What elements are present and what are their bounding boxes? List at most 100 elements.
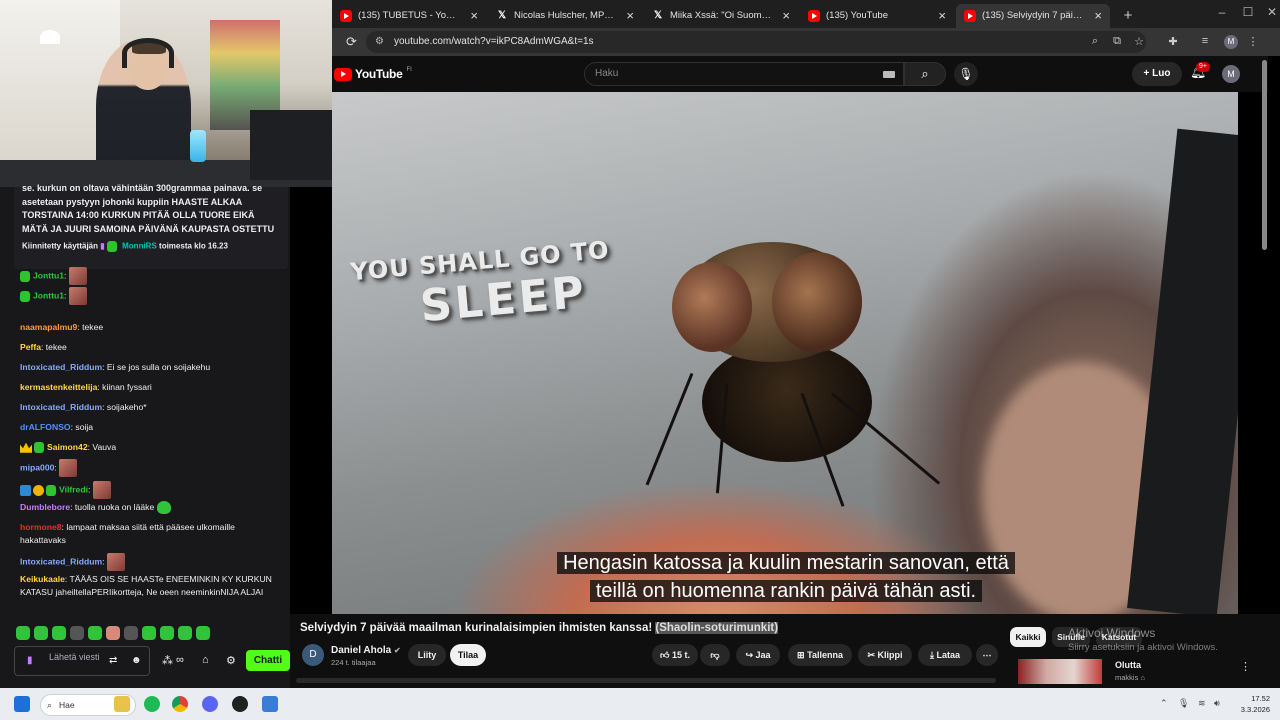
emoji-icon[interactable]: ☻	[131, 655, 142, 666]
chat-username[interactable]: naamapalmu9	[20, 322, 77, 332]
video-player[interactable]: YOU SHALL GO TO SLEEP Hengasin katossa j…	[332, 92, 1238, 614]
chat-username[interactable]: hormone8	[20, 522, 62, 532]
new-tab-button[interactable]: +	[1118, 4, 1138, 28]
microphone-icon[interactable]: ▮	[27, 655, 33, 666]
share-label: Jaa	[755, 650, 771, 660]
chat-username[interactable]: Peffa	[20, 342, 41, 352]
close-icon[interactable]: ×	[626, 4, 634, 28]
volume-icon[interactable]: 🔊︎	[1214, 698, 1220, 709]
browser-menu-icon[interactable]: ⋮	[1246, 35, 1260, 48]
extensions-icon[interactable]: ✚	[1166, 35, 1180, 48]
recommended-video-title[interactable]: Olutta	[1115, 660, 1141, 670]
minimize-icon[interactable]: –	[1212, 5, 1232, 19]
account-avatar[interactable]: M	[1222, 65, 1240, 83]
emote-icon[interactable]	[160, 626, 174, 640]
emote-icon[interactable]	[106, 626, 120, 640]
close-icon[interactable]: ×	[470, 4, 478, 28]
windows-start-icon[interactable]	[14, 696, 30, 712]
emote-icon[interactable]	[124, 626, 138, 640]
bookmark-star-icon[interactable]: ☆	[1132, 35, 1146, 48]
discord-icon[interactable]	[202, 696, 218, 712]
chat-username[interactable]: drALFONSO	[20, 422, 71, 432]
chat-username[interactable]: Keikukaale	[20, 574, 65, 584]
zoom-icon[interactable]: ⌕	[1088, 35, 1102, 48]
obs-icon[interactable]	[232, 696, 248, 712]
youtube-logo[interactable]: YouTube FI	[334, 67, 412, 81]
gear-icon[interactable]: ⚙	[226, 654, 236, 667]
create-button[interactable]: + Luo	[1132, 62, 1182, 86]
close-icon[interactable]: ×	[938, 4, 946, 28]
chrome-icon[interactable]	[172, 696, 188, 712]
translate-icon[interactable]: ⇄	[109, 655, 117, 666]
chat-settings-users-icon[interactable]: ⁂	[162, 654, 173, 667]
chat-username[interactable]: Intoxicated_Riddum	[20, 362, 102, 372]
tray-chevron-icon[interactable]: ⌃	[1160, 698, 1168, 709]
chat-username[interactable]: Dumblebore	[20, 502, 70, 512]
channel-name[interactable]: Daniel Ahola ✔	[331, 645, 401, 656]
wifi-icon[interactable]: ≋	[1198, 698, 1206, 709]
save-button[interactable]: ⊞ Tallenna	[788, 644, 852, 666]
file-explorer-icon[interactable]	[114, 696, 130, 712]
emote-icon[interactable]	[178, 626, 192, 640]
emote-icon[interactable]	[70, 626, 84, 640]
recommended-more-icon[interactable]: ⋮	[1240, 660, 1251, 673]
voice-search-button[interactable]: 🎙︎	[954, 62, 978, 86]
url-field[interactable]: ⚙ youtube.com/watch?v=ikPC8AdmWGA&t=1s	[366, 31, 1146, 53]
browser-tab[interactable]: 𝕏 Nicolas Hulscher, MPH Xssä: "I ×	[488, 4, 642, 28]
clip-button[interactable]: ✂ Klippi	[858, 644, 912, 666]
search-input[interactable]: Haku	[584, 62, 904, 86]
browser-tab[interactable]: 𝕏 Miika Xssä: "Oi Suomi on! rur ×	[644, 4, 798, 28]
browser-tab[interactable]: (135) YouTube ×	[800, 4, 954, 28]
emote-icon[interactable]	[196, 626, 210, 640]
keyboard-icon[interactable]	[883, 71, 895, 78]
subscriber-count: 224 t. tilaajaa	[331, 658, 376, 667]
chat-username[interactable]: Intoxicated_Riddum	[20, 556, 102, 566]
browser-tab-active[interactable]: (135) Selviydyin 7 päivää m ×	[956, 4, 1110, 28]
horizontal-scrollbar[interactable]	[290, 676, 1000, 686]
join-button[interactable]: Liity	[408, 644, 446, 666]
emote-icon[interactable]	[16, 626, 30, 640]
page-scrollbar[interactable]	[1262, 60, 1267, 250]
site-settings-icon[interactable]: ⚙	[375, 31, 384, 53]
pinned-by-user[interactable]: MonniRS	[122, 242, 157, 251]
tray-mic-icon[interactable]: 🎙︎	[1178, 698, 1189, 709]
chat-send-button[interactable]: Chatti	[246, 650, 290, 671]
share-button[interactable]: ↪ Jaa	[736, 644, 780, 666]
emote-icon[interactable]	[142, 626, 156, 640]
chat-username[interactable]: mipa000	[20, 462, 54, 472]
chat-username[interactable]: Intoxicated_Riddum	[20, 402, 102, 412]
reload-icon[interactable]: ⟳	[346, 34, 357, 50]
more-actions-button[interactable]: ⋯	[976, 644, 998, 666]
dislike-button[interactable]: 👎︎	[700, 644, 730, 666]
store-icon[interactable]: ⌂	[202, 654, 209, 666]
scrollbar-thumb[interactable]	[296, 678, 996, 683]
spotify-icon[interactable]	[144, 696, 160, 712]
close-icon[interactable]: ×	[1094, 4, 1102, 28]
chat-username[interactable]: Vilfredi	[59, 484, 88, 494]
emote-icon[interactable]	[52, 626, 66, 640]
maximize-icon[interactable]: ☐	[1238, 5, 1258, 19]
cast-icon[interactable]: ⧉	[1110, 35, 1124, 48]
search-button[interactable]: ⌕	[904, 62, 946, 86]
emote-icon[interactable]	[34, 626, 48, 640]
subscribe-button[interactable]: Tilaa	[450, 644, 486, 666]
chat-username[interactable]: Jonttu1	[33, 270, 64, 280]
browser-tab[interactable]: (135) TUBETUS - YouTube ×	[332, 4, 486, 28]
channel-avatar[interactable]: D	[302, 644, 324, 666]
close-icon[interactable]: ×	[782, 4, 790, 28]
download-button[interactable]: ⤓ Lataa	[918, 644, 972, 666]
window-close-icon[interactable]: ✕	[1262, 5, 1280, 19]
taskbar-clock[interactable]: 17.52 3.3.2026	[1236, 693, 1270, 715]
notepad-icon[interactable]	[262, 696, 278, 712]
browser-profile-avatar[interactable]: M	[1224, 35, 1238, 49]
recommended-video-thumbnail[interactable]	[1018, 659, 1102, 684]
filter-chip-all[interactable]: Kaikki	[1010, 627, 1046, 647]
like-button[interactable]: 👍︎ 15 t.	[652, 644, 698, 666]
chat-username[interactable]: kermastenkeittelija	[20, 382, 97, 392]
chat-username[interactable]: Jonttu1	[33, 290, 64, 300]
infinity-icon[interactable]: ∞	[176, 654, 184, 666]
chat-message-input[interactable]: ▮ Lähetä viesti ⇄ ☻	[14, 646, 150, 676]
chat-username[interactable]: Saimon42	[47, 442, 88, 452]
media-controls-icon[interactable]: ≡	[1198, 35, 1212, 47]
emote-icon[interactable]	[88, 626, 102, 640]
